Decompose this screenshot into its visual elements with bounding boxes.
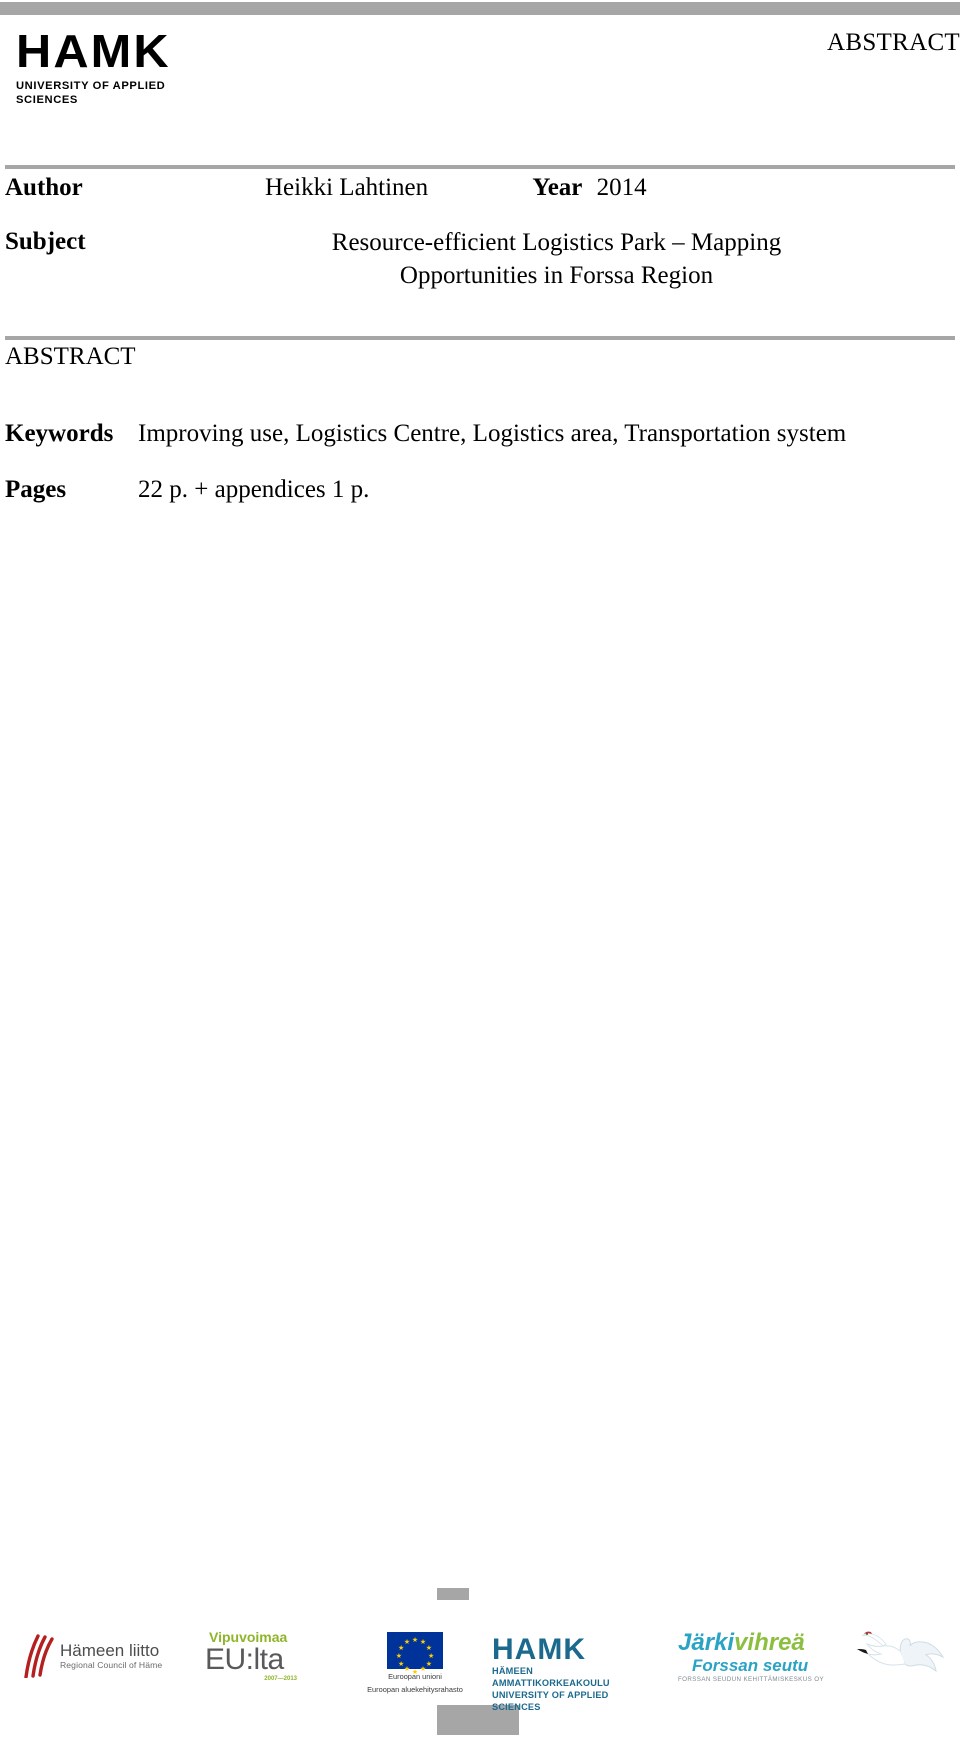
vipuvoimaa-years: 2007—2013: [264, 1676, 297, 1682]
footer-logo-strip: Hämeen liitto Regional Council of Häme V…: [0, 1620, 960, 1712]
hamk-footer-wordmark: HAMK: [492, 1633, 586, 1666]
author-label: Author: [5, 174, 83, 201]
keywords-label: Keywords: [5, 420, 114, 447]
abstract-heading: ABSTRACT: [5, 343, 136, 370]
keywords-row: Keywords Improving use, Logistics Centre…: [5, 418, 955, 450]
pages-row: Pages 22 p. + appendices 1 p.: [5, 474, 955, 506]
subject-label: Subject: [5, 228, 86, 255]
jarkivihrea-part-a: Järki: [678, 1629, 735, 1656]
hamk-footer-line1: HÄMEEN AMMATTIKORKEAKOULU: [492, 1666, 610, 1688]
hamk-header-logo: HAMK UNIVERSITY OF APPLIED SCIENCES: [16, 28, 231, 107]
divider-top: [5, 165, 955, 169]
hamk-footer-line2: UNIVERSITY OF APPLIED SCIENCES: [492, 1690, 609, 1712]
divider-bottom: [5, 336, 955, 340]
eu-line2: Euroopan aluekehitysrahasto: [367, 1685, 463, 1694]
jarkivihrea-logo: Järkivihreä Forssan seutu FORSSAN SEUDUN…: [678, 1630, 838, 1684]
swan-icon: [845, 1624, 945, 1694]
author-row: Author Heikki Lahtinen Year 2014: [5, 172, 955, 204]
hamk-footer-logo: HAMK HÄMEEN AMMATTIKORKEAKOULU UNIVERSIT…: [492, 1634, 652, 1713]
swoosh-icon: [22, 1634, 54, 1678]
hamk-tagline: UNIVERSITY OF APPLIED SCIENCES: [16, 80, 166, 106]
gray-marker-upper: [437, 1588, 469, 1600]
vipuvoimaa-logo: Vipuvoimaa EU:lta 2007—2013: [205, 1630, 325, 1683]
pages-label: Pages: [5, 476, 67, 503]
hameen-liitto-logo: Hämeen liitto Regional Council of Häme: [22, 1634, 182, 1678]
year-label: Year: [532, 174, 583, 201]
jarkivihrea-part-b: vihreä: [734, 1629, 805, 1656]
hamk-wordmark: HAMK: [16, 25, 171, 77]
hameen-liitto-name: Hämeen liitto: [60, 1641, 160, 1660]
year-value: 2014: [596, 174, 647, 201]
jarkivihrea-company: FORSSAN SEUDUN KEHITTÄMISKESKUS OY: [678, 1676, 824, 1683]
keywords-value: Improving use, Logistics Centre, Logisti…: [138, 420, 847, 447]
page-label: ABSTRACT: [827, 29, 960, 56]
hameen-liitto-subtitle: Regional Council of Häme: [60, 1660, 163, 1670]
top-gray-bar: [0, 2, 960, 15]
jarkivihrea-subtitle: Forssan seutu: [692, 1656, 809, 1675]
vipuvoimaa-main-text: EU:lta: [205, 1643, 284, 1676]
eu-flag-icon: ★ ★ ★ ★ ★ ★ ★ ★ ★ ★ ★ ★: [387, 1632, 443, 1675]
author-value-group: Heikki Lahtinen Year 2014: [265, 172, 955, 204]
author-name: Heikki Lahtinen: [265, 174, 429, 201]
subject-row: Subject Resource-efficient Logistics Par…: [5, 226, 955, 292]
european-union-logo: ★ ★ ★ ★ ★ ★ ★ ★ ★ ★ ★ ★ Euroopan unioni …: [355, 1632, 475, 1695]
pages-value: 22 p. + appendices 1 p.: [138, 476, 370, 503]
subject-value: Resource-efficient Logistics Park – Mapp…: [331, 229, 782, 289]
jarkivihrea-title: Järkivihreä: [678, 1630, 838, 1656]
subject-value-wrap: Resource-efficient Logistics Park – Mapp…: [265, 226, 955, 292]
